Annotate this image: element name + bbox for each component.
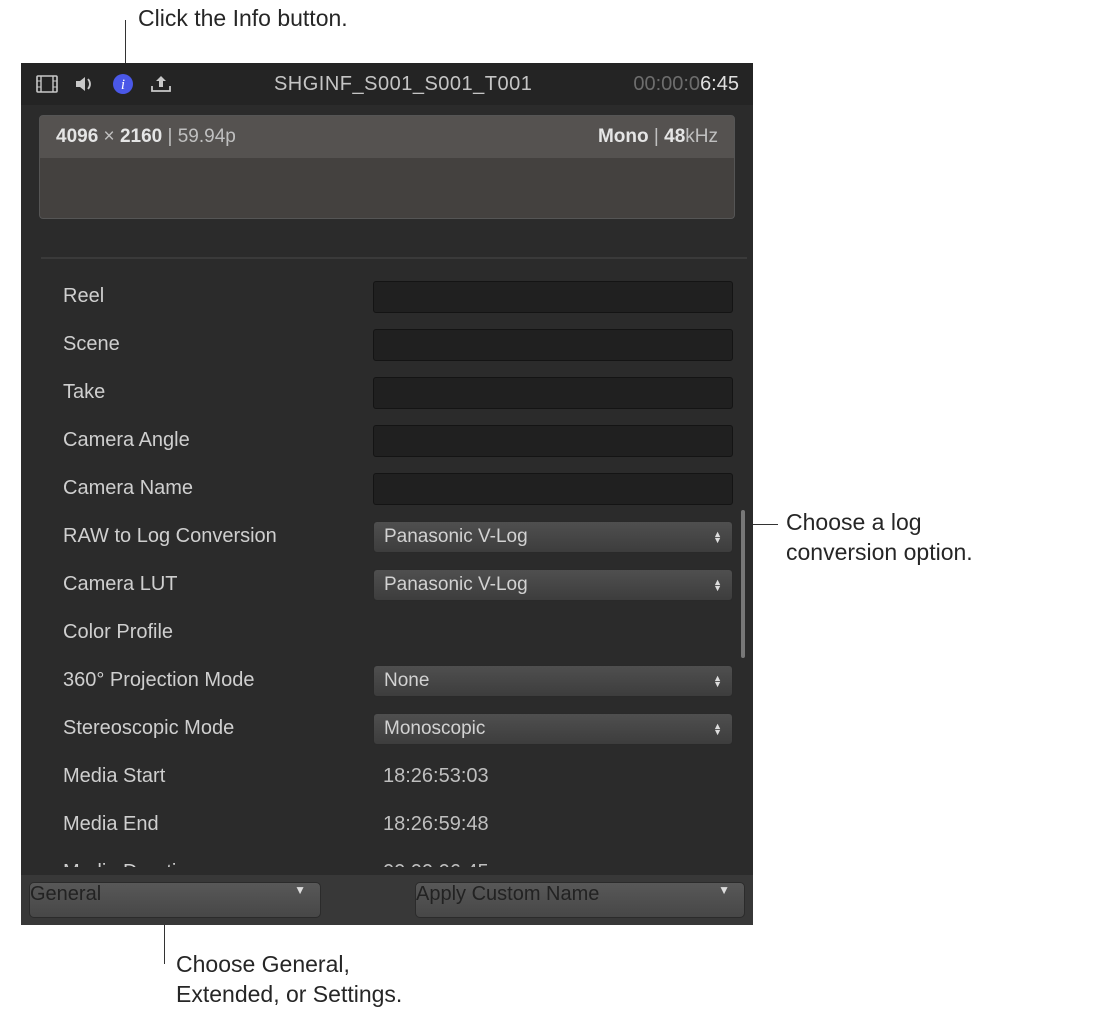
field-media-duration: Media Duration 00:00:06:45 (41, 849, 747, 867)
field-take: Take (41, 369, 747, 417)
timecode-dim: 00:00:0 (633, 73, 700, 95)
field-label: Camera Name (41, 477, 363, 500)
clip-timecode: 00:00:06:45 (633, 73, 739, 96)
field-camera-name: Camera Name (41, 465, 747, 513)
field-projection-mode: 360° Projection Mode None ▲▼ (41, 657, 747, 705)
callout-text-line: Choose General, (176, 951, 350, 977)
res-width: 4096 (56, 126, 98, 147)
field-media-start: Media Start 18:26:53:03 (41, 753, 747, 801)
info-icon[interactable]: i (111, 72, 135, 96)
field-label: Media Start (41, 765, 363, 788)
metadata-view-select[interactable]: General ▼ (29, 882, 321, 918)
chevron-updown-icon: ▲▼ (713, 723, 722, 735)
share-icon[interactable] (149, 72, 173, 96)
callout-text-line: Choose a log (786, 509, 922, 535)
timecode-bright: 6:45 (700, 73, 739, 95)
field-reel: Reel (41, 273, 747, 321)
scrollbar[interactable] (739, 273, 745, 865)
inspector-tab-icons: i (35, 72, 173, 96)
audio-format-label: Mono | 48kHz (598, 126, 718, 148)
field-value: 18:26:53:03 (373, 765, 489, 788)
clip-title: SHGINF_S001_S001_T001 (185, 73, 621, 96)
metadata-field-list: Duration 00:00:06:45 Reel Scene Take Cam… (41, 257, 747, 867)
reel-input[interactable] (373, 281, 733, 313)
raw-to-log-select[interactable]: Panasonic V-Log ▲▼ (373, 521, 733, 553)
field-label: RAW to Log Conversion (41, 525, 363, 548)
clip-summary-bar: 4096 × 2160 | 59.94p Mono | 48kHz (40, 116, 734, 158)
camera-lut-select[interactable]: Panasonic V-Log ▲▼ (373, 569, 733, 601)
field-label: Take (41, 381, 363, 404)
inspector-topbar: i SHGINF_S001_S001_T001 00:00:06:45 (21, 63, 753, 105)
select-value: Panasonic V-Log (384, 526, 528, 548)
inspector-footer: General ▼ Apply Custom Name ▼ (21, 875, 753, 925)
clip-summary: 4096 × 2160 | 59.94p Mono | 48kHz (39, 115, 735, 219)
field-label: Media End (41, 813, 363, 836)
field-label: Camera Angle (41, 429, 363, 452)
clip-skimmer[interactable] (40, 158, 734, 218)
field-label: Camera LUT (41, 573, 363, 596)
chevron-down-icon: ▼ (718, 883, 730, 897)
volume-icon[interactable] (73, 72, 97, 96)
field-color-profile: Color Profile (41, 609, 747, 657)
field-duration: Duration 00:00:06:45 (41, 257, 747, 273)
callout-text-line: Extended, or Settings. (176, 981, 402, 1007)
callout-view-menu: Choose General, Extended, or Settings. (176, 950, 402, 1010)
camera-angle-input[interactable] (373, 425, 733, 457)
field-label: Color Profile (41, 621, 363, 644)
select-value: Apply Custom Name (416, 883, 599, 905)
chevron-updown-icon: ▲▼ (713, 531, 722, 543)
field-raw-to-log: RAW to Log Conversion Panasonic V-Log ▲▼ (41, 513, 747, 561)
field-value: 00:00:06:45 (373, 861, 489, 867)
scene-input[interactable] (373, 329, 733, 361)
field-label: Reel (41, 285, 363, 308)
audio-unit: kHz (685, 126, 718, 147)
audio-channels: Mono (598, 126, 649, 147)
chevron-down-icon: ▼ (294, 883, 306, 897)
select-value: Monoscopic (384, 718, 485, 740)
field-scene: Scene (41, 321, 747, 369)
callout-info-button: Click the Info button. (138, 4, 348, 34)
field-value: 00:00:06:45 (373, 257, 489, 260)
field-value: 18:26:59:48 (373, 813, 489, 836)
chevron-updown-icon: ▲▼ (713, 675, 722, 687)
field-stereoscopic-mode: Stereoscopic Mode Monoscopic ▲▼ (41, 705, 747, 753)
field-label: Media Duration (41, 861, 363, 867)
frame-rate: 59.94p (178, 126, 236, 147)
info-inspector-panel: i SHGINF_S001_S001_T001 00:00:06:45 4096… (21, 63, 753, 925)
field-camera-angle: Camera Angle (41, 417, 747, 465)
field-label: Duration (41, 257, 363, 260)
field-camera-lut: Camera LUT Panasonic V-Log ▲▼ (41, 561, 747, 609)
callout-log-conversion: Choose a log conversion option. (786, 508, 973, 568)
audio-rate: 48 (664, 126, 685, 147)
projection-mode-select[interactable]: None ▲▼ (373, 665, 733, 697)
chevron-updown-icon: ▲▼ (713, 579, 722, 591)
take-input[interactable] (373, 377, 733, 409)
field-label: Scene (41, 333, 363, 356)
select-value: None (384, 670, 429, 692)
apply-custom-name-select[interactable]: Apply Custom Name ▼ (415, 882, 745, 918)
field-media-end: Media End 18:26:59:48 (41, 801, 747, 849)
callout-text-line: conversion option. (786, 539, 973, 565)
camera-name-input[interactable] (373, 473, 733, 505)
video-format-label: 4096 × 2160 | 59.94p (56, 126, 236, 148)
film-icon[interactable] (35, 72, 59, 96)
field-label: Stereoscopic Mode (41, 717, 363, 740)
select-value: Panasonic V-Log (384, 574, 528, 596)
res-height: 2160 (120, 126, 162, 147)
field-label: 360° Projection Mode (41, 669, 363, 692)
select-value: General (30, 883, 101, 905)
stereoscopic-mode-select[interactable]: Monoscopic ▲▼ (373, 713, 733, 745)
svg-text:i: i (121, 77, 125, 93)
